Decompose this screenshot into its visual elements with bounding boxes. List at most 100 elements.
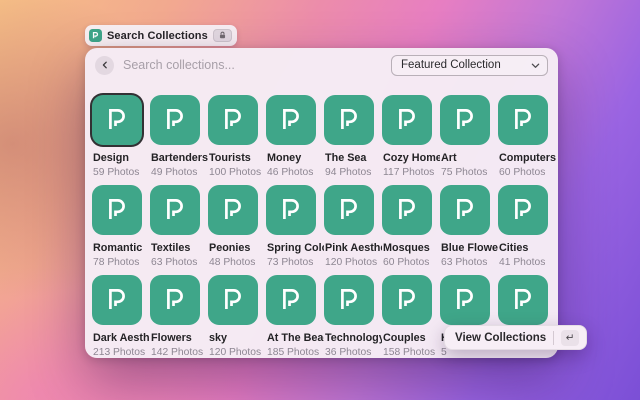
collection-tile[interactable]: [208, 185, 258, 235]
collection-item[interactable]: Technology 36 Photos: [324, 275, 382, 365]
collection-tile[interactable]: [92, 185, 142, 235]
collection-count: 185 Photos: [266, 347, 324, 358]
collection-tile[interactable]: [150, 185, 200, 235]
collection-name: Design: [92, 152, 150, 164]
collection-count: 73 Photos: [266, 257, 324, 268]
collection-item[interactable]: Blue Flowers 63 Photos: [440, 185, 498, 275]
collection-name: Cities: [498, 242, 556, 254]
collection-item[interactable]: Cozy Home 117 Photos: [382, 95, 440, 185]
collection-tile[interactable]: [266, 185, 316, 235]
collection-tile[interactable]: [92, 275, 142, 325]
collection-count: 78 Photos: [92, 257, 150, 268]
pexels-logo-icon: [102, 105, 132, 135]
launcher-pill-label: Search Collections: [107, 30, 208, 42]
collection-name: Textiles: [150, 242, 208, 254]
collection-item[interactable]: Couples 158 Photos: [382, 275, 440, 365]
collection-name: sky: [208, 332, 266, 344]
collection-tile[interactable]: [92, 95, 142, 145]
pexels-logo-icon: [218, 195, 248, 225]
window-header: Featured Collection: [85, 48, 558, 82]
collection-item[interactable]: The Sea 94 Photos: [324, 95, 382, 185]
collection-item[interactable]: Dark Aesthe… 213 Photos: [92, 275, 150, 365]
chevron-down-icon: [531, 61, 540, 70]
collection-name: Couples: [382, 332, 440, 344]
collection-item[interactable]: Pink Aesthe… 120 Photos: [324, 185, 382, 275]
collection-name: Peonies: [208, 242, 266, 254]
collection-tile[interactable]: [150, 275, 200, 325]
collection-item[interactable]: Spring Colo… 73 Photos: [266, 185, 324, 275]
collection-name: At The Beach: [266, 332, 324, 344]
collection-tile[interactable]: [498, 185, 548, 235]
collection-tile[interactable]: [498, 275, 548, 325]
collection-item[interactable]: Mosques 60 Photos: [382, 185, 440, 275]
collection-tile[interactable]: [208, 95, 258, 145]
pexels-logo-icon: [218, 105, 248, 135]
collection-tile[interactable]: [382, 95, 432, 145]
collection-name: Money: [266, 152, 324, 164]
collection-item[interactable]: Peonies 48 Photos: [208, 185, 266, 275]
collection-name: Mosques: [382, 242, 440, 254]
collection-item[interactable]: Romantic 78 Photos: [92, 185, 150, 275]
return-key-icon: ↵: [561, 330, 579, 346]
pexels-logo-icon: [334, 105, 364, 135]
pexels-icon: [89, 29, 102, 42]
collection-count: 120 Photos: [324, 257, 382, 268]
collection-tile[interactable]: [150, 95, 200, 145]
collection-tile[interactable]: [498, 95, 548, 145]
pexels-logo-icon: [450, 285, 480, 315]
collection-item[interactable]: Art 75 Photos: [440, 95, 498, 185]
collection-tile[interactable]: [382, 185, 432, 235]
pexels-logo-icon: [102, 195, 132, 225]
pexels-logo-icon: [508, 195, 538, 225]
lock-icon: [213, 29, 232, 42]
collection-count: 48 Photos: [208, 257, 266, 268]
collection-item[interactable]: Rain Backgr…: [498, 275, 556, 365]
collection-item[interactable]: Bartenders 49 Photos: [150, 95, 208, 185]
collection-tile[interactable]: [382, 275, 432, 325]
collection-tile[interactable]: [266, 95, 316, 145]
search-collections-window: Featured Collection Design 59 Photos Bar…: [85, 48, 558, 358]
collection-count: 94 Photos: [324, 167, 382, 178]
collection-item[interactable]: Design 59 Photos: [92, 95, 150, 185]
view-collections-label: View Collections: [455, 332, 546, 344]
collection-tile[interactable]: [324, 275, 374, 325]
collection-item[interactable]: Flowers 142 Photos: [150, 275, 208, 365]
collection-name: Bartenders: [150, 152, 208, 164]
collection-count: 142 Photos: [150, 347, 208, 358]
pexels-logo-icon: [508, 285, 538, 315]
collection-item[interactable]: Textiles 63 Photos: [150, 185, 208, 275]
collection-item[interactable]: At The Beach 185 Photos: [266, 275, 324, 365]
collection-item[interactable]: Tourists 100 Photos: [208, 95, 266, 185]
collection-count: 213 Photos: [92, 347, 150, 358]
collection-tile[interactable]: [440, 95, 490, 145]
collection-item[interactable]: Computers 60 Photos: [498, 95, 556, 185]
collection-name: Blue Flowers: [440, 242, 498, 254]
collection-filter-dropdown[interactable]: Featured Collection: [391, 55, 548, 76]
collection-tile[interactable]: [440, 185, 490, 235]
pexels-logo-icon: [334, 285, 364, 315]
collection-item[interactable]: Cities 41 Photos: [498, 185, 556, 275]
collection-name: Technology: [324, 332, 382, 344]
view-collections-button[interactable]: View Collections ↵: [444, 325, 587, 350]
collection-name: Cozy Home: [382, 152, 440, 164]
collection-count: 46 Photos: [266, 167, 324, 178]
collection-name: Art: [440, 152, 498, 164]
collection-name: Flowers: [150, 332, 208, 344]
collection-count: 117 Photos: [382, 167, 440, 178]
collection-tile[interactable]: [324, 95, 374, 145]
collection-tile[interactable]: [440, 275, 490, 325]
collection-item[interactable]: Hair Care 5: [440, 275, 498, 365]
collection-item[interactable]: sky 120 Photos: [208, 275, 266, 365]
search-input[interactable]: [123, 58, 382, 72]
pexels-logo-icon: [508, 105, 538, 135]
launcher-pill[interactable]: Search Collections: [85, 25, 237, 46]
collection-tile[interactable]: [208, 275, 258, 325]
pexels-logo-icon: [450, 195, 480, 225]
pexels-logo-icon: [276, 195, 306, 225]
collection-item[interactable]: Money 46 Photos: [266, 95, 324, 185]
collection-name: Computers: [498, 152, 556, 164]
collection-tile[interactable]: [324, 185, 374, 235]
collection-name: Tourists: [208, 152, 266, 164]
back-button[interactable]: [95, 56, 114, 75]
collection-tile[interactable]: [266, 275, 316, 325]
